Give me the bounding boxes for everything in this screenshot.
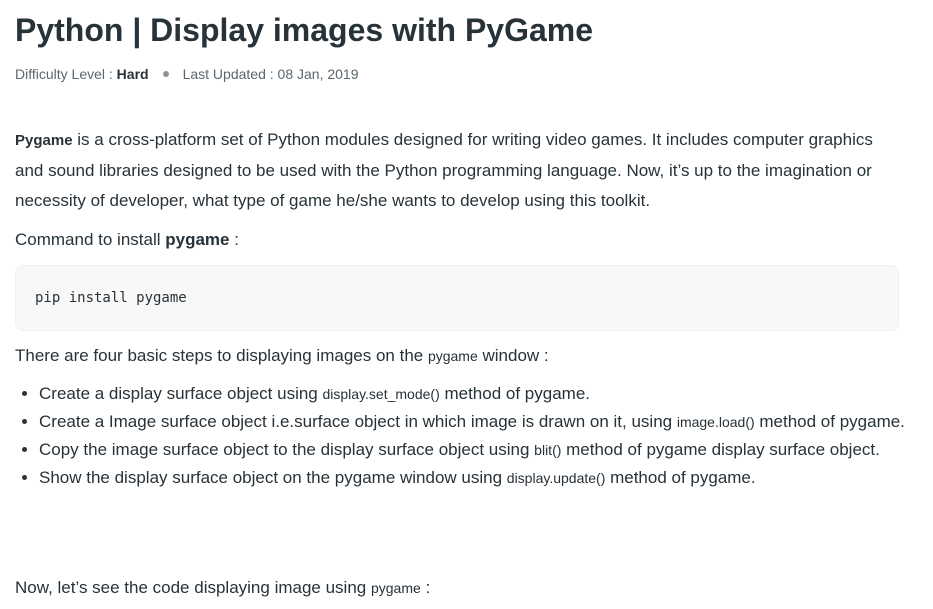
inline-code: display.update() bbox=[506, 470, 606, 486]
inline-code: pygame bbox=[427, 348, 478, 364]
list-item: Show the display surface object on the p… bbox=[39, 464, 929, 492]
inline-code: display.set_mode() bbox=[322, 386, 440, 402]
step-text: method of pygame. bbox=[754, 412, 905, 431]
steps-intro-paragraph: There are four basic steps to displaying… bbox=[15, 341, 905, 371]
install-package: pygame bbox=[165, 230, 230, 249]
step-text: Copy the image surface object to the dis… bbox=[39, 440, 535, 459]
step-text: Show the display surface object on the p… bbox=[39, 468, 507, 487]
install-text: Command to install bbox=[15, 230, 166, 249]
code-block[interactable]: pip install pygame bbox=[15, 265, 899, 331]
step-text: method of pygame. bbox=[439, 384, 591, 403]
step-text: method of pygame. bbox=[605, 468, 756, 487]
intro-lead: Pygame bbox=[15, 132, 73, 149]
list-item: Create a Image surface object i.e.surfac… bbox=[39, 408, 929, 436]
inline-code: blit() bbox=[534, 442, 562, 458]
separator-dot-icon bbox=[162, 71, 169, 78]
steps-intro-suffix: window : bbox=[477, 346, 549, 365]
article-title: Python | Display images with PyGame bbox=[15, 12, 594, 48]
outro-suffix: : bbox=[420, 578, 431, 597]
step-text: Create a Image surface object i.e.surfac… bbox=[39, 412, 677, 431]
intro-text: is a cross-platform set of Python module… bbox=[15, 130, 873, 210]
steps-intro-text: There are four basic steps to displaying… bbox=[15, 346, 428, 365]
step-text: method of pygame display surface object. bbox=[561, 440, 880, 459]
steps-list: Create a display surface object using di… bbox=[15, 380, 929, 492]
intro-paragraph: Pygame is a cross-platform set of Python… bbox=[15, 125, 905, 216]
list-item: Copy the image surface object to the dis… bbox=[39, 436, 929, 464]
difficulty-value[interactable]: Hard bbox=[117, 66, 149, 82]
last-updated: Last Updated : 08 Jan, 2019 bbox=[182, 66, 359, 82]
install-suffix: : bbox=[229, 230, 239, 249]
step-text: Create a display surface object using bbox=[39, 384, 323, 403]
inline-code: image.load() bbox=[676, 414, 755, 430]
article-meta: Difficulty Level : Hard Last Updated : 08… bbox=[15, 64, 359, 84]
install-command[interactable]: pip install pygame bbox=[35, 288, 187, 308]
outro-text: Now, let’s see the code displaying image… bbox=[15, 578, 371, 597]
difficulty-label: Difficulty Level : bbox=[15, 66, 117, 82]
install-paragraph: Command to install pygame : bbox=[15, 225, 905, 255]
list-item: Create a display surface object using di… bbox=[39, 380, 929, 408]
outro-paragraph: Now, let’s see the code displaying image… bbox=[15, 573, 905, 603]
inline-code: pygame bbox=[370, 580, 421, 596]
